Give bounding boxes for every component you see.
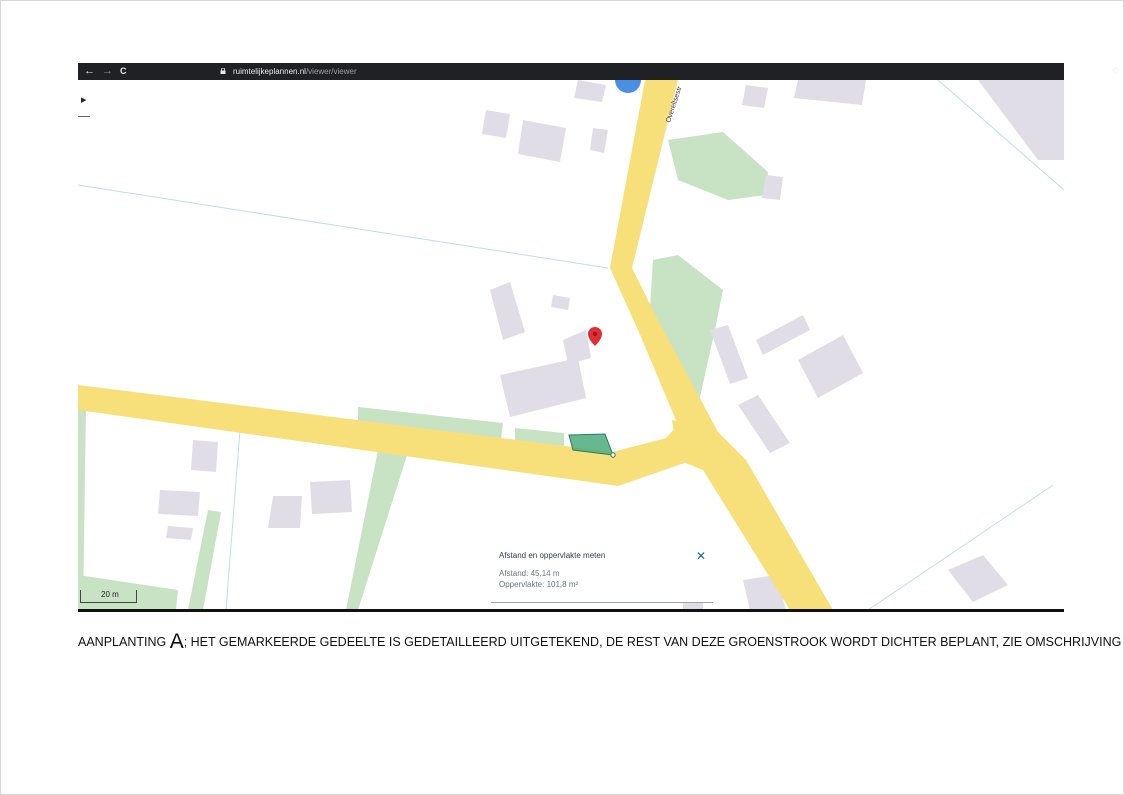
measure-panel-title: Afstand en oppervlakte meten <box>499 551 606 560</box>
caption-part-2: ; HET GEMARKEERDE GEDEELTE IS GEDETAILLE… <box>183 635 1124 649</box>
map-canvas[interactable]: Overeltsestr <box>78 80 1064 610</box>
buildings <box>158 80 1064 610</box>
reload-icon[interactable]: C <box>120 63 127 80</box>
location-pin-icon[interactable] <box>588 327 602 346</box>
browser-toolbar: ← → C ruimtelijkeplannen.nl/viewer/viewe… <box>78 63 1120 80</box>
caption-letter-1: A <box>169 630 184 653</box>
measure-distance: Afstand: 45,14 m <box>499 569 560 578</box>
address-bar[interactable]: ruimtelijkeplannen.nl/viewer/viewer <box>233 63 357 80</box>
close-icon[interactable]: ✕ <box>696 550 706 562</box>
map-bottom-rule <box>78 609 1064 612</box>
forward-arrow-icon[interactable]: → <box>102 63 113 80</box>
scale-label: 20 m <box>101 590 119 599</box>
page-caption: AANPLANTING A; HET GEMARKEERDE GEDEELTE … <box>78 630 1121 654</box>
measure-area: Oppervlakte: 101,8 m² <box>499 580 579 589</box>
url-host: ruimtelijkeplannen.nl <box>233 67 306 76</box>
map-viewport[interactable]: Overeltsestr ▶ 20 m Afstand en oppervlak… <box>78 80 1064 610</box>
scale-bar: 20 m <box>80 590 137 603</box>
measure-vertex-handle[interactable] <box>610 452 616 458</box>
bookmark-star-icon[interactable]: ☆ <box>1111 63 1120 80</box>
measure-panel: Afstand en oppervlakte meten ✕ Afstand: … <box>491 542 713 603</box>
back-arrow-icon[interactable]: ← <box>84 63 95 80</box>
current-location-dot <box>615 80 641 93</box>
caption-part-1: AANPLANTING <box>78 635 170 649</box>
sidebar-toggle-button[interactable]: ▶ <box>78 94 90 117</box>
lock-icon <box>220 68 226 74</box>
url-path: /viewer/viewer <box>305 67 357 76</box>
expand-arrow-icon: ▶ <box>81 97 87 104</box>
